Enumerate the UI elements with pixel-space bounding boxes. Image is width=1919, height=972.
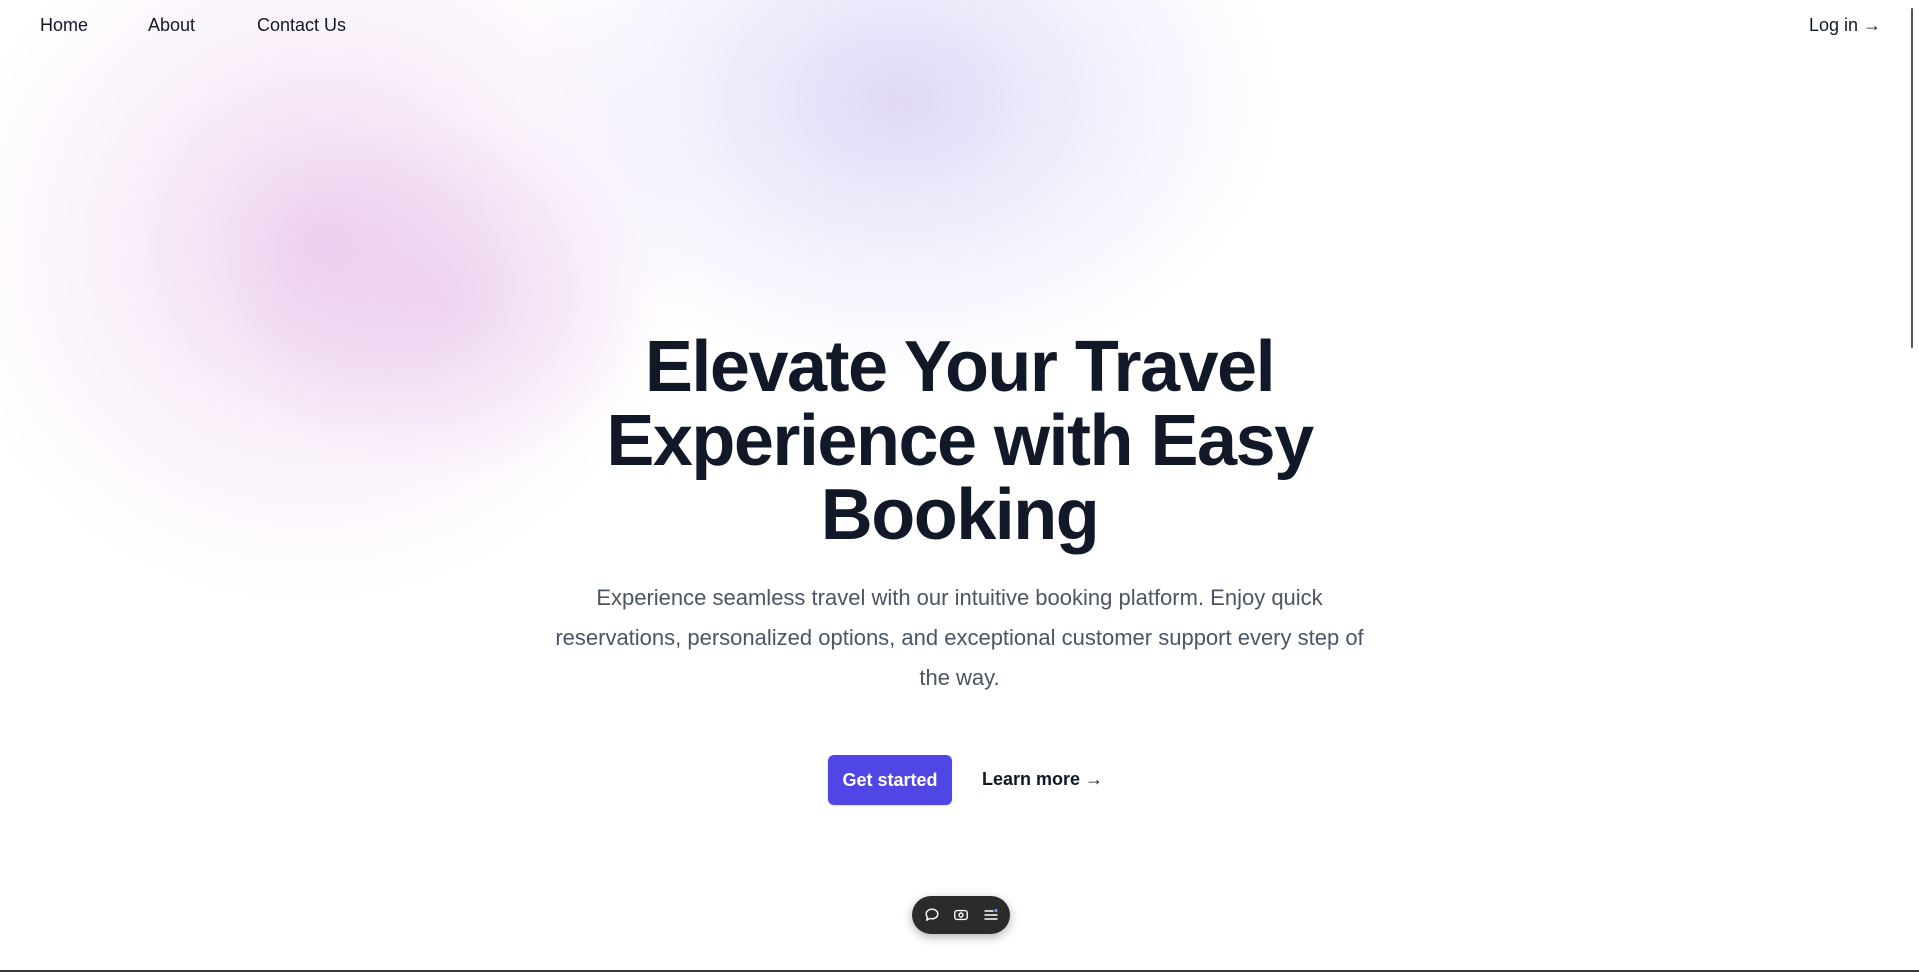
- hero-section: Elevate Your Travel Experience with Easy…: [0, 330, 1919, 698]
- page: Home About Contact Us Log in → Elevate Y…: [0, 0, 1919, 972]
- nav-link-home[interactable]: Home: [40, 15, 88, 36]
- login-link[interactable]: Log in →: [1809, 15, 1881, 36]
- nav-link-contact-us[interactable]: Contact Us: [257, 15, 346, 36]
- vertical-scrollbar[interactable]: [1907, 0, 1919, 972]
- comment-icon[interactable]: [922, 905, 942, 925]
- top-navigation: Home About Contact Us Log in →: [0, 0, 1919, 54]
- scrollbar-thumb[interactable]: [1911, 8, 1913, 348]
- floating-toolbar: [912, 896, 1010, 934]
- hero-actions: Get started Learn more →: [0, 755, 1919, 805]
- camera-toggle-icon[interactable]: [951, 905, 971, 925]
- hero-title: Elevate Your Travel Experience with Easy…: [606, 327, 1314, 555]
- learn-more-link[interactable]: Learn more →: [982, 769, 1103, 790]
- get-started-button[interactable]: Get started: [828, 755, 952, 805]
- menu-list-icon[interactable]: [981, 905, 1001, 925]
- background-blob-purple: [520, 0, 1280, 380]
- hero-subtitle: Experience seamless travel with our intu…: [555, 585, 1364, 690]
- nav-link-about[interactable]: About: [148, 15, 195, 36]
